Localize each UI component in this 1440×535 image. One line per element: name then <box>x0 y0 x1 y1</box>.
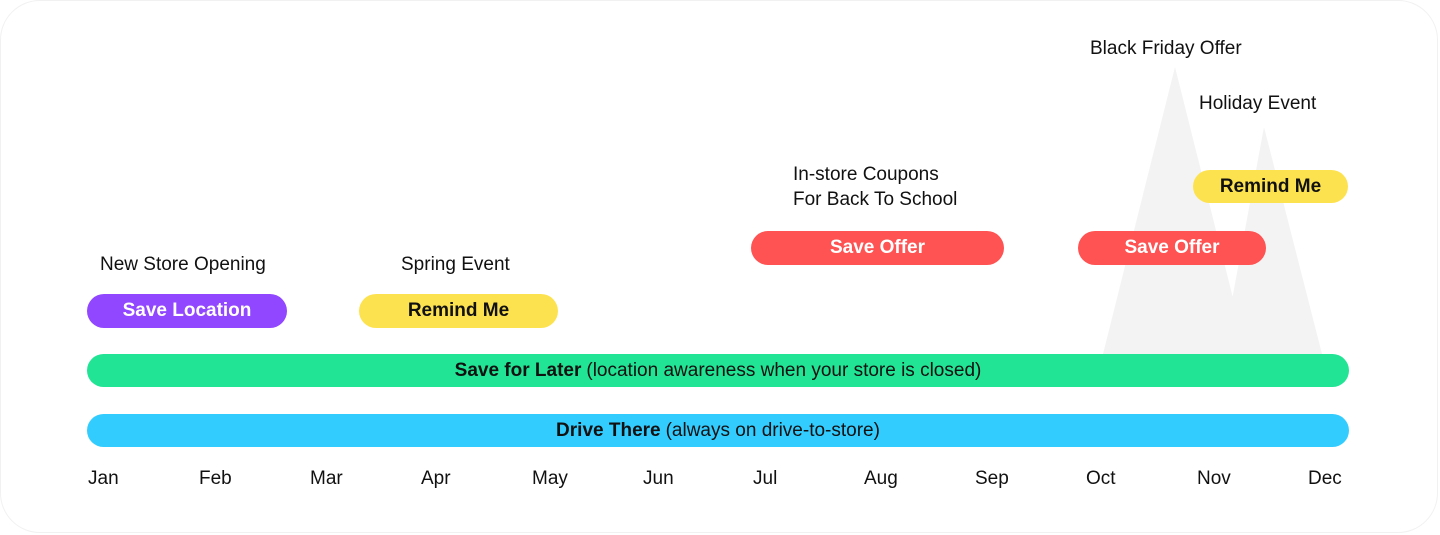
month-label-sep: Sep <box>975 468 1009 489</box>
month-label-may: May <box>532 468 568 489</box>
month-label-apr: Apr <box>421 468 451 489</box>
event-label-coupons-line2: For Back To School <box>793 189 958 210</box>
month-label-jun: Jun <box>643 468 674 489</box>
month-label-jul: Jul <box>753 468 778 489</box>
remind-me-spring-button[interactable]: Remind Me <box>359 294 558 328</box>
drive-there-title: Drive There <box>556 419 661 441</box>
month-label-oct: Oct <box>1086 468 1116 489</box>
month-label-mar: Mar <box>310 468 343 489</box>
remind-me-holiday-button[interactable]: Remind Me <box>1193 170 1348 203</box>
month-label-feb: Feb <box>199 468 232 489</box>
save-offer-black-friday-button[interactable]: Save Offer <box>1078 231 1266 265</box>
month-label-jan: Jan <box>88 468 119 489</box>
drive-there-description: (always on drive-to-store) <box>665 419 880 441</box>
event-label-new-store-opening: New Store Opening <box>100 254 266 275</box>
save-for-later-bar[interactable]: Save for Later (location awareness when … <box>87 354 1349 387</box>
event-label-holiday-event: Holiday Event <box>1199 93 1317 114</box>
drive-there-bar[interactable]: Drive There (always on drive-to-store) <box>87 414 1349 447</box>
event-label-spring-event: Spring Event <box>401 254 510 275</box>
save-location-button[interactable]: Save Location <box>87 294 287 328</box>
month-label-nov: Nov <box>1197 468 1231 489</box>
event-label-coupons-line1: In-store Coupons <box>793 164 939 185</box>
save-offer-back-to-school-button[interactable]: Save Offer <box>751 231 1004 265</box>
save-for-later-title: Save for Later <box>454 359 582 381</box>
save-for-later-description: (location awareness when your store is c… <box>586 359 982 381</box>
month-label-aug: Aug <box>864 468 898 489</box>
event-label-black-friday: Black Friday Offer <box>1090 38 1242 59</box>
month-label-dec: Dec <box>1308 468 1342 489</box>
